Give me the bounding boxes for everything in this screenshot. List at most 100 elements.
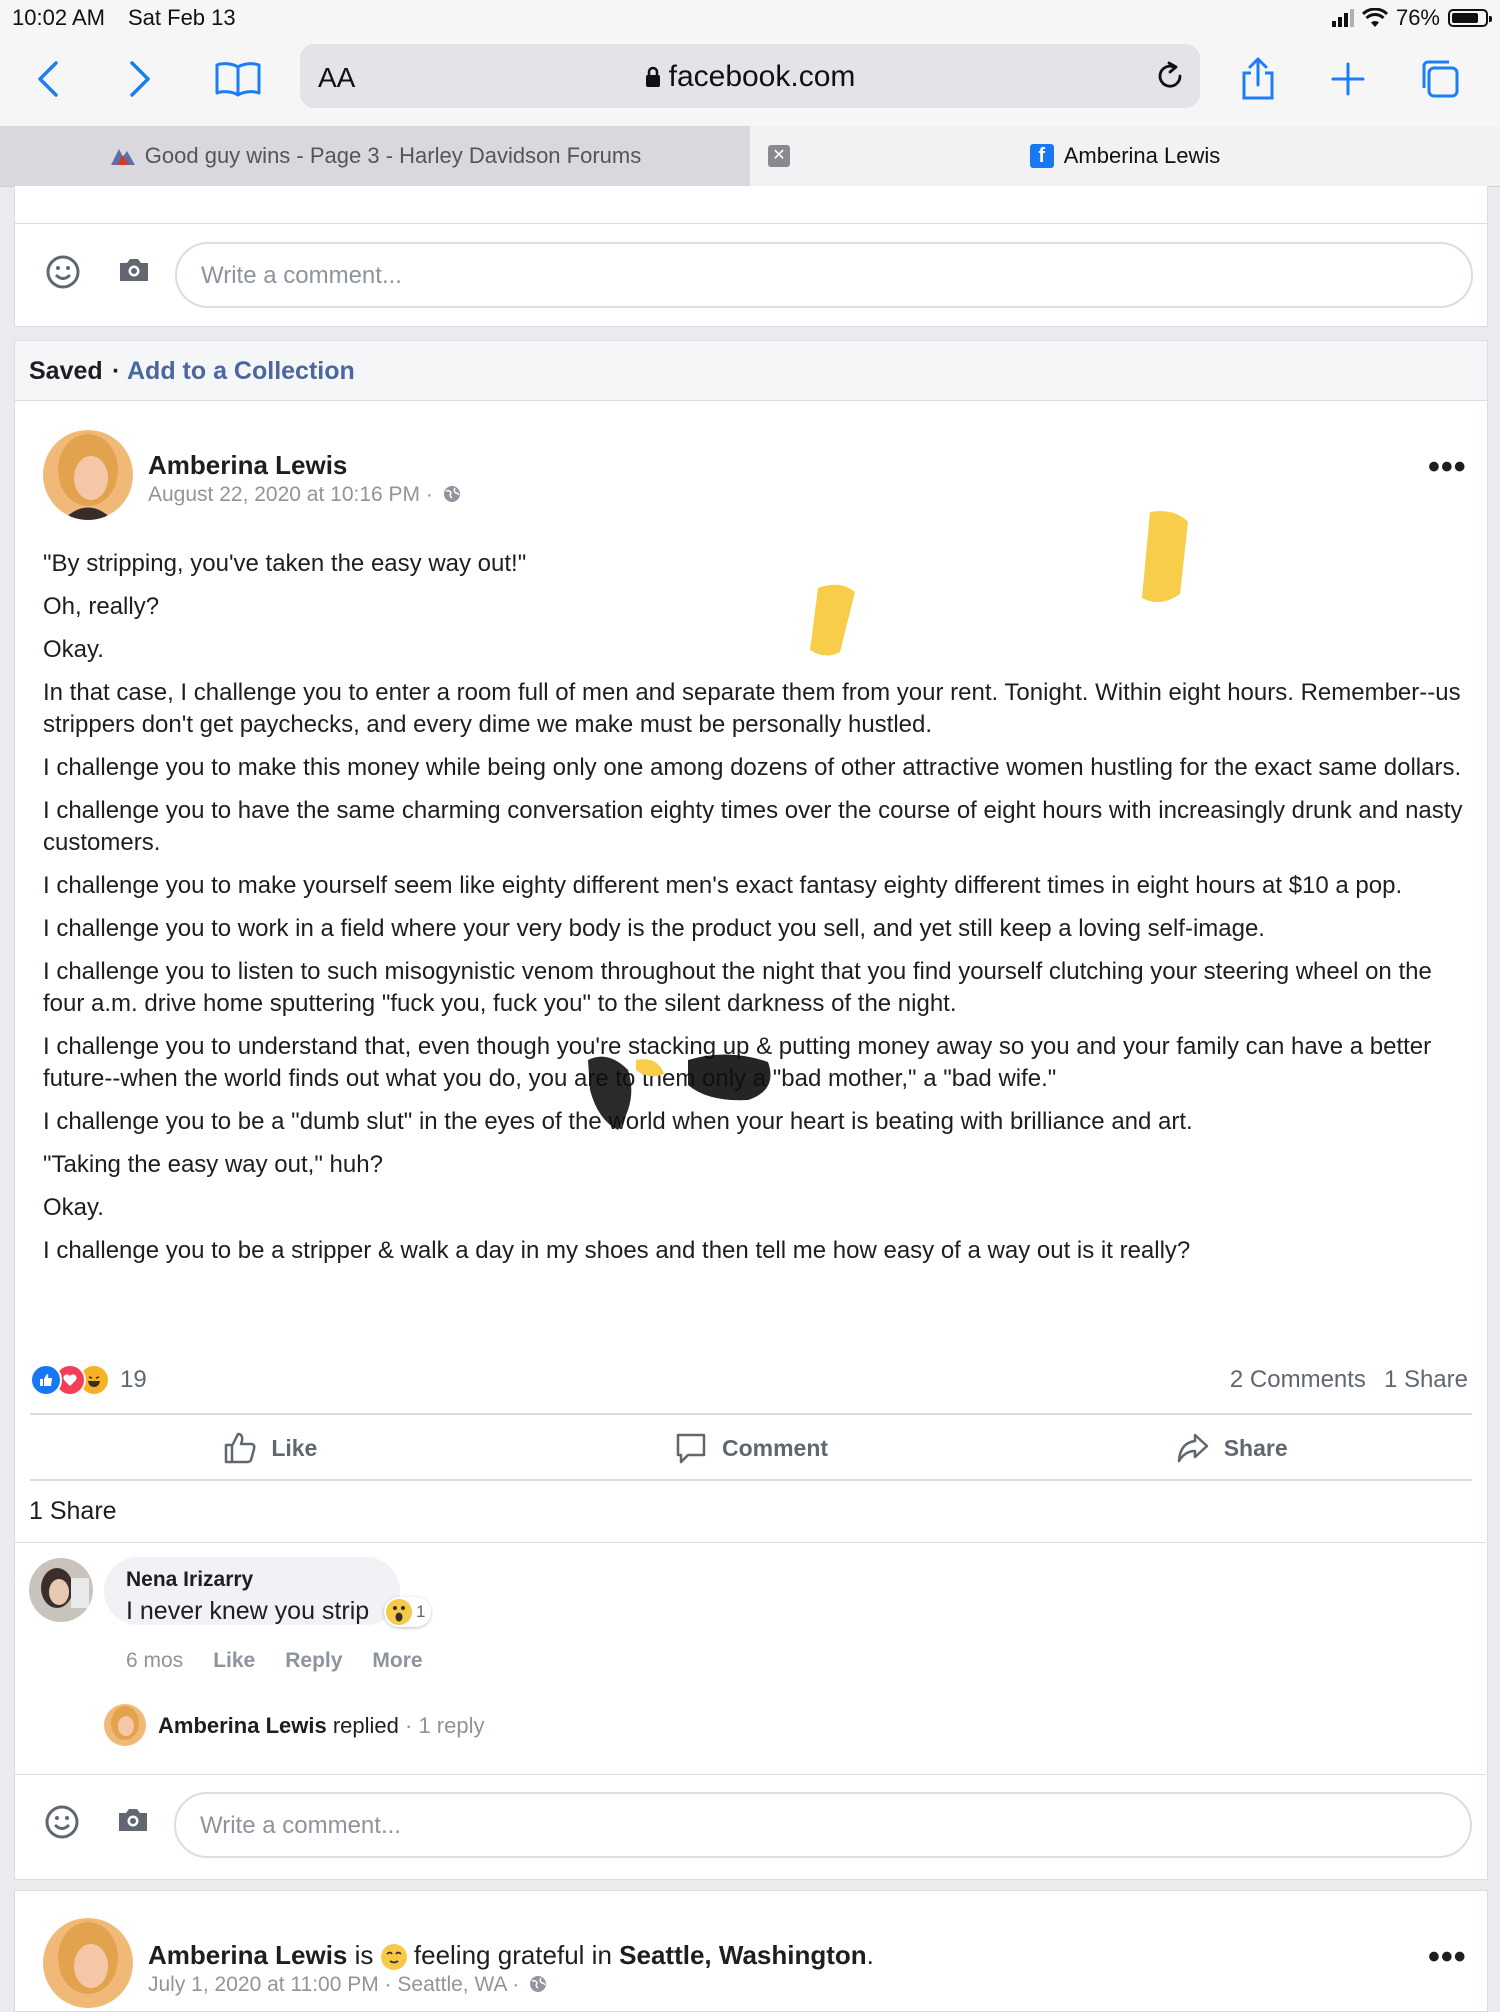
next-post-date[interactable]: July 1, 2020 at 11:00 PM · Seattle, WA · (148, 1973, 547, 1997)
facebook-favicon-icon: f (1029, 144, 1054, 168)
comment-reply-link[interactable]: Reply (285, 1649, 342, 1673)
comment-meta: 6 mos Like Reply More (126, 1649, 423, 1673)
author-avatar[interactable] (43, 430, 133, 520)
next-post-author[interactable]: Amberina Lewis (148, 1940, 347, 1970)
close-tab-button[interactable]: ✕ (768, 145, 790, 167)
divider (14, 1542, 1486, 1543)
saved-label: Saved (29, 357, 103, 385)
emoji-button[interactable] (44, 1804, 80, 1845)
share-sheet-button[interactable] (1230, 54, 1286, 104)
post-paragraph: I challenge you to be a stripper & walk … (43, 1237, 1191, 1264)
tab-label: Amberina Lewis (1063, 143, 1221, 168)
tabs-overview-button[interactable] (1412, 54, 1468, 104)
grateful-emoji-icon (380, 1944, 407, 1971)
add-to-collection-link[interactable]: Add to a Collection (127, 357, 355, 386)
post-paragraph: Oh, really? (43, 593, 160, 620)
tab-facebook[interactable]: f Amberina Lewis (750, 126, 1500, 186)
saved-separator: · (112, 357, 121, 385)
post-paragraph: I challenge you to listen to such misogy… (43, 958, 1432, 1017)
comments-count[interactable]: 2 Comments (1230, 1366, 1366, 1394)
reply-verb: replied (332, 1713, 399, 1738)
status-right: 76% (1331, 5, 1492, 31)
wifi-icon (1361, 8, 1388, 27)
photo-button[interactable] (116, 1806, 150, 1839)
smiley-icon (45, 1805, 79, 1839)
thumbs-up-icon (225, 1432, 256, 1464)
tabs-icon (1422, 60, 1459, 98)
post-paragraph: Okay. (43, 1194, 104, 1221)
address-bar[interactable]: AA facebook.com (300, 44, 1200, 108)
new-tab-button[interactable] (1320, 54, 1376, 104)
next-post-is: is (354, 1940, 374, 1970)
comment-age[interactable]: 6 mos (126, 1649, 183, 1673)
harley-logo-icon (110, 149, 135, 165)
redaction-scribble (588, 1054, 771, 1130)
photo-button[interactable] (117, 256, 151, 289)
share-icon (1242, 57, 1274, 100)
post-options-button[interactable]: ••• (1428, 448, 1467, 487)
comment-more-link[interactable]: More (372, 1649, 422, 1673)
like-reaction-icon (30, 1364, 62, 1396)
comment-input[interactable]: Write a comment... (174, 1792, 1472, 1858)
comment-button[interactable]: Comment (511, 1415, 992, 1481)
post-date[interactable]: August 22, 2020 at 10:16 PM · (148, 483, 461, 507)
author-avatar[interactable] (43, 1918, 133, 2008)
reload-icon (1158, 61, 1182, 88)
divider (15, 223, 1487, 224)
wow-reaction-icon (386, 1599, 412, 1625)
bookmarks-button[interactable] (210, 54, 266, 104)
next-post-place[interactable]: Seattle, Washington (619, 1940, 867, 1970)
comment-icon (676, 1433, 706, 1464)
globe-icon (530, 1976, 547, 1992)
avatar-photo (43, 430, 133, 520)
battery-percent: 76% (1395, 5, 1440, 30)
share-button[interactable]: Share (991, 1415, 1472, 1481)
like-button[interactable]: Like (30, 1415, 511, 1481)
camera-icon (119, 1809, 147, 1831)
view-replies-link[interactable]: Amberina Lewis replied · 1 reply (158, 1713, 485, 1739)
next-post-feeling: feeling grateful in (413, 1940, 612, 1970)
comment-bubble: Nena Irizarry I never knew you strip (104, 1557, 400, 1625)
globe-icon (443, 486, 460, 502)
like-label: Like (271, 1434, 318, 1461)
chevron-left-icon (38, 61, 58, 97)
lock-icon (645, 66, 660, 87)
divider (30, 1479, 1472, 1481)
share-label: Share (1223, 1434, 1288, 1461)
reactions-summary[interactable]: 19 (30, 1364, 147, 1396)
post-actions: Like Comment Share (30, 1415, 1472, 1481)
signal-icon (1331, 9, 1354, 27)
tab-harley-forums[interactable]: Good guy wins - Page 3 - Harley Davidson… (0, 126, 750, 186)
emoji-button[interactable] (45, 254, 81, 295)
saved-bar: Saved · Add to a Collection (14, 340, 1488, 401)
url-display[interactable]: facebook.com (300, 60, 1200, 94)
camera-icon (120, 259, 148, 281)
tab-label: Good guy wins - Page 3 - Harley Davidson… (144, 143, 642, 168)
comment-input[interactable]: Write a comment... (175, 242, 1473, 308)
commenter-avatar[interactable] (29, 1558, 93, 1622)
post-date-text: August 22, 2020 at 10:16 PM · (148, 483, 433, 506)
post-paragraph: I challenge you to make yourself seem li… (43, 872, 1403, 899)
previous-post-card: Write a comment... (14, 186, 1488, 327)
next-post-header: Amberina Lewis is feeling grateful in Se… (148, 1940, 874, 1971)
post-paragraph: I challenge you to work in a field where… (43, 915, 1265, 942)
post-body: "By stripping, you've taken the easy way… (43, 548, 1463, 1278)
comment-reaction-badge[interactable]: 1 (384, 1597, 432, 1627)
reply-avatar (104, 1704, 146, 1746)
reload-button[interactable] (1154, 60, 1186, 97)
post-paragraph: Okay. (43, 636, 104, 663)
next-post-date-text: July 1, 2020 at 11:00 PM · Seattle, WA · (148, 1973, 520, 1996)
share-section-label[interactable]: 1 Share (29, 1497, 117, 1526)
comment-composer: Write a comment... (15, 230, 1487, 310)
forward-button[interactable] (112, 54, 168, 104)
next-post-options-button[interactable]: ••• (1428, 1938, 1467, 1977)
avatar-photo (104, 1704, 146, 1746)
post-paragraph: I challenge you to make this money while… (43, 754, 1462, 781)
share-arrow-icon (1177, 1433, 1208, 1463)
avatar-photo (43, 1918, 133, 2008)
post-author[interactable]: Amberina Lewis (148, 450, 347, 481)
shares-count[interactable]: 1 Share (1384, 1366, 1468, 1394)
comment-author[interactable]: Nena Irizarry (126, 1568, 253, 1592)
back-button[interactable] (20, 54, 76, 104)
comment-like-link[interactable]: Like (213, 1649, 255, 1673)
